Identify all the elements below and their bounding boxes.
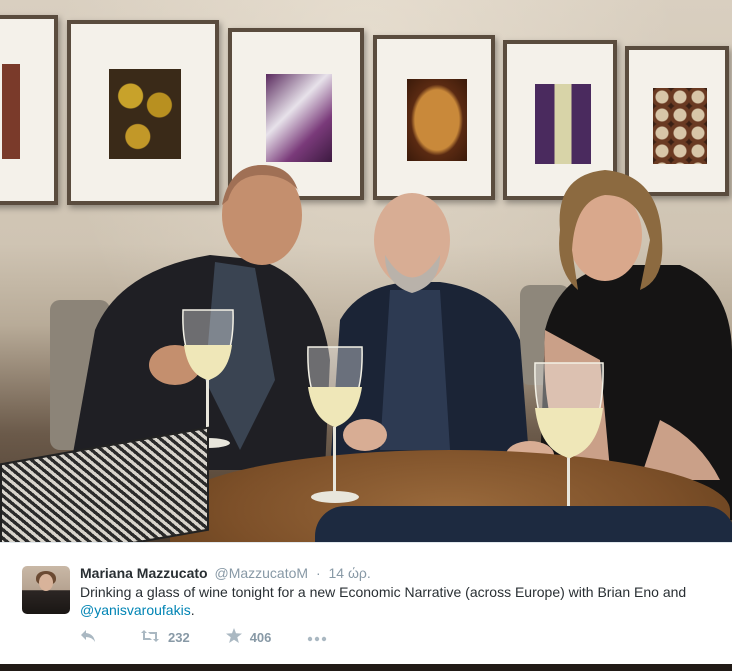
tweet-text-end: .	[190, 602, 195, 618]
tweet-photo[interactable]	[0, 0, 732, 542]
reply-button[interactable]	[80, 629, 104, 646]
wine-glass-middle	[307, 346, 363, 503]
favorite-button[interactable]: 406	[225, 628, 272, 646]
author-name[interactable]: Mariana Mazzucato	[80, 565, 208, 581]
favorite-count: 406	[249, 629, 272, 645]
header-separator: ·	[315, 565, 321, 581]
star-icon	[225, 628, 242, 646]
retweet-button[interactable]: 232	[140, 629, 190, 646]
more-icon	[307, 630, 327, 645]
avatar-face	[39, 574, 53, 591]
author-avatar[interactable]	[22, 566, 70, 614]
retweet-count: 232	[168, 629, 190, 645]
wine-glass-right	[534, 362, 604, 518]
retweet-icon	[140, 629, 160, 646]
reply-icon	[80, 629, 96, 646]
tweet-timestamp[interactable]: 14 ώρ.	[329, 565, 371, 581]
tweet-text-main: Drinking a glass of wine tonight for a n…	[80, 584, 687, 600]
author-handle[interactable]: @MazzucatoM	[214, 565, 308, 581]
page-bottom-edge	[0, 664, 732, 671]
mention-link[interactable]: @yanisvaroufakis	[80, 602, 191, 618]
navy-bag	[315, 506, 732, 542]
more-button[interactable]	[307, 630, 335, 645]
tweet-actions: 232 406	[80, 628, 371, 646]
tweet-text: Drinking a glass of wine tonight for a n…	[80, 583, 720, 619]
tweet-card: Mariana Mazzucato @MazzucatoM · 14 ώρ. D…	[0, 542, 732, 665]
tweet-header: Mariana Mazzucato @MazzucatoM · 14 ώρ.	[80, 565, 371, 581]
